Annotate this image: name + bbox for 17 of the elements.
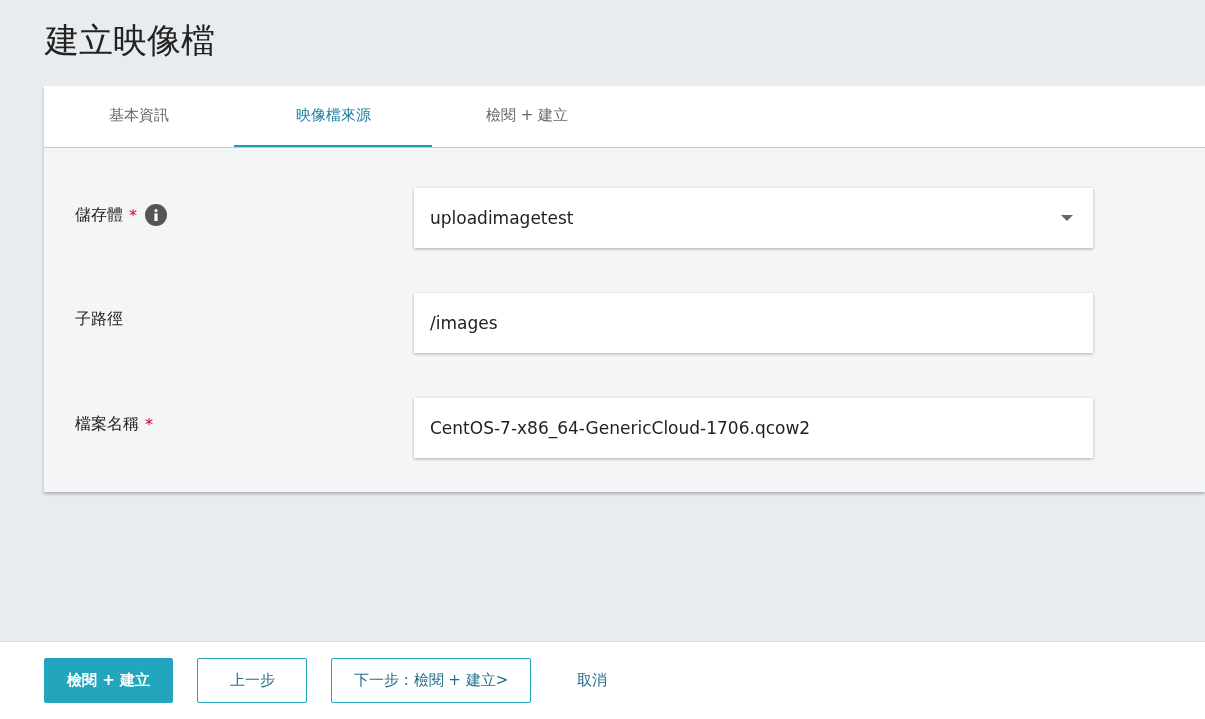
input-field[interactable]: /images <box>414 293 1093 353</box>
tab[interactable]: 映像檔來源 <box>234 86 432 147</box>
caret-icon <box>1061 215 1073 221</box>
info-icon[interactable] <box>145 204 167 226</box>
input-field[interactable]: CentOS-7-x86_64-GenericCloud-1706.qcow2 <box>414 398 1093 458</box>
dropdown-field[interactable]: uploadimagetest <box>414 188 1093 248</box>
field-label: 檔案名稱 <box>75 414 139 435</box>
required-mark: * <box>145 415 153 434</box>
field-label: 儲存體 <box>75 204 123 226</box>
cancel-link[interactable]: 取消 <box>555 658 630 703</box>
field-label: 子路徑 <box>75 309 123 330</box>
action-button[interactable]: 下一步 : 檢閱 + 建立> <box>331 658 532 703</box>
required-mark: * <box>129 205 137 225</box>
action-button[interactable]: 上一步 <box>197 658 307 703</box>
tab[interactable]: 檢閱 + 建立 <box>432 86 622 147</box>
page-title: 建立映像檔 <box>45 19 216 62</box>
tab[interactable]: 基本資訊 <box>44 86 234 147</box>
